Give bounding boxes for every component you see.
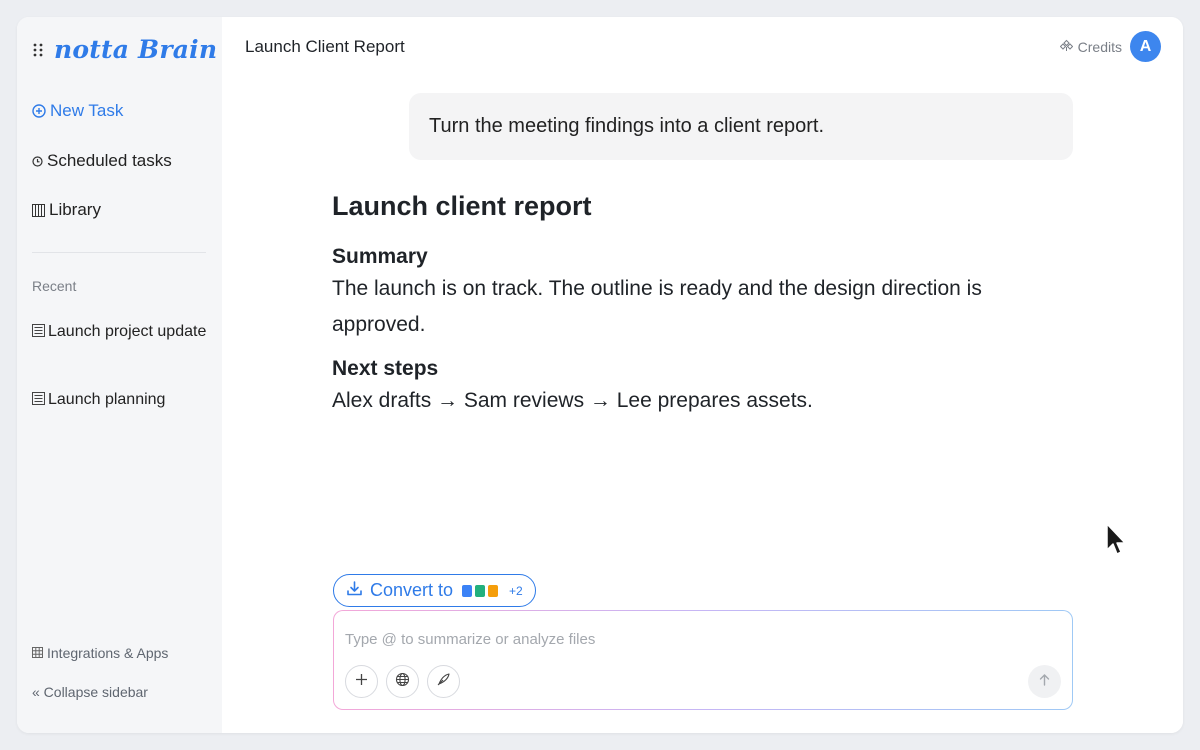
scheduled-tasks-label: Scheduled tasks — [47, 151, 172, 170]
composer — [333, 610, 1073, 710]
recent-heading: Recent — [32, 278, 77, 294]
recent-item-label: Launch planning — [48, 391, 166, 408]
mouse-cursor-icon — [1105, 522, 1129, 563]
summary-heading: Summary — [332, 245, 428, 268]
arrow-up-icon — [1038, 673, 1051, 691]
main-panel: Launch Client Report Credits A Turn the … — [222, 17, 1183, 733]
report-content: Launch client report Summary The launch … — [332, 189, 1052, 419]
prompt-input[interactable] — [345, 631, 1045, 648]
integrations-label: Integrations & Apps — [47, 645, 169, 661]
clock-icon — [32, 155, 43, 167]
app-logo[interactable]: notta Brain — [54, 35, 217, 64]
write-mode-button[interactable] — [427, 665, 460, 698]
web-search-button[interactable] — [386, 665, 419, 698]
sidebar-divider — [32, 252, 206, 253]
convert-to-button[interactable]: Convert to +2 — [333, 574, 536, 607]
app-window: notta Brain New Task Scheduled tasks Lib… — [17, 17, 1183, 733]
library-label: Library — [49, 200, 101, 219]
integrations-link[interactable]: Integrations & Apps — [32, 645, 168, 661]
new-task-button[interactable]: New Task — [32, 101, 123, 121]
send-button[interactable] — [1028, 665, 1061, 698]
page-title: Launch Client Report — [245, 37, 405, 56]
drag-handle-icon[interactable] — [33, 43, 43, 57]
collapse-sidebar-label: « Collapse sidebar — [32, 684, 148, 700]
user-message: Turn the meeting findings into a client … — [409, 93, 1073, 160]
sidebar: notta Brain New Task Scheduled tasks Lib… — [17, 17, 222, 733]
recent-item[interactable]: Launch project update — [32, 320, 207, 345]
feather-icon — [436, 672, 451, 692]
next-steps-heading: Next steps — [332, 357, 439, 380]
sidebar-item-scheduled-tasks[interactable]: Scheduled tasks — [32, 151, 172, 171]
image-icon — [475, 584, 486, 597]
recent-item-label: Launch project update — [48, 323, 207, 340]
convert-to-label: Convert to — [370, 580, 454, 600]
document-icon — [32, 389, 45, 413]
composer-body — [334, 611, 1072, 709]
report-title: Launch client report — [332, 191, 592, 221]
plus-icon — [355, 673, 368, 691]
sidebar-item-library[interactable]: Library — [32, 200, 101, 220]
extra-format-count: +2 — [509, 583, 523, 598]
credits-icon — [1059, 39, 1073, 55]
recent-item[interactable]: Launch planning — [32, 388, 207, 413]
document-icon — [32, 321, 45, 345]
format-icons — [462, 584, 499, 597]
library-icon — [32, 203, 45, 217]
new-task-label: New Task — [50, 101, 124, 120]
credits-label: Credits — [1077, 39, 1122, 55]
summary-text: The launch is on track. The outline is r… — [332, 277, 982, 336]
collapse-sidebar-button[interactable]: « Collapse sidebar — [32, 684, 148, 700]
plus-circle-icon — [32, 104, 46, 118]
avatar[interactable]: A — [1130, 31, 1161, 62]
globe-icon — [395, 672, 410, 692]
next-steps-text: Alex drafts → Sam reviews → Lee prepares… — [332, 389, 813, 412]
credits-button[interactable]: Credits — [1059, 39, 1122, 55]
slides-icon — [488, 584, 499, 597]
doc-icon — [462, 584, 473, 597]
attach-button[interactable] — [345, 665, 378, 698]
download-icon — [346, 580, 363, 602]
grid-icon — [32, 645, 43, 661]
